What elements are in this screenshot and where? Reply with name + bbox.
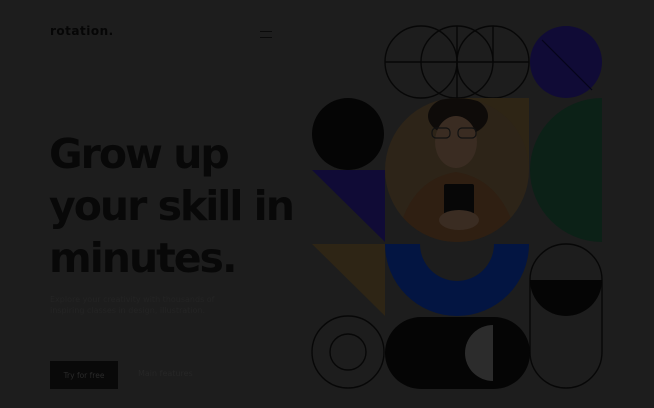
geometric-artwork (311, 25, 603, 389)
avatar-photo (385, 98, 529, 242)
ochre-triangle (312, 244, 385, 316)
navy-circle (530, 26, 602, 98)
outline-circles-group (384, 25, 530, 99)
black-pill (385, 317, 530, 389)
outer-ring (311, 315, 385, 389)
green-half-circle (530, 98, 602, 242)
black-circle (312, 98, 384, 170)
inner-ring (329, 333, 367, 371)
blue-arch (385, 244, 529, 316)
navy-triangle (312, 170, 385, 242)
pill-half-fill (530, 280, 602, 316)
